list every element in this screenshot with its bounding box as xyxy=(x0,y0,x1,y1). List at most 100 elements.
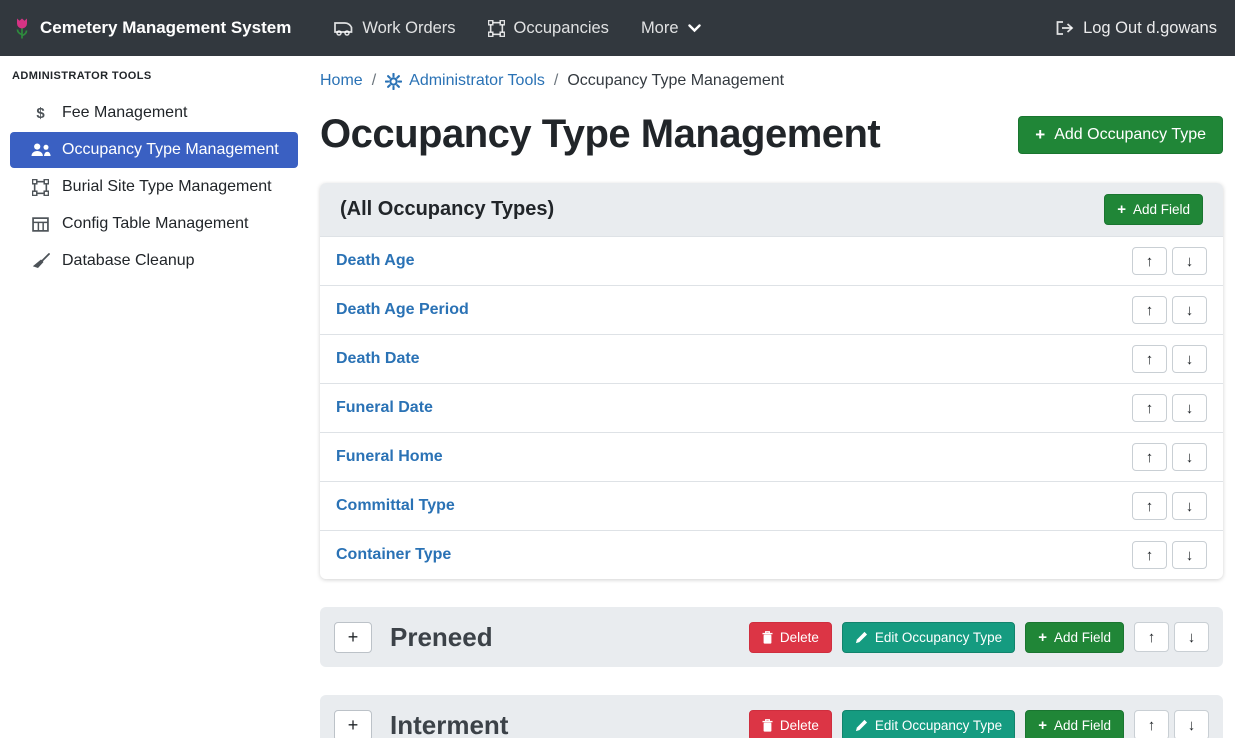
logout-link[interactable]: Log Out d.gowans xyxy=(1055,19,1217,38)
field-link[interactable]: Death Age xyxy=(336,252,415,270)
sidebar-item-fee-management[interactable]: $ Fee Management xyxy=(10,95,298,131)
reorder-controls: ↑ ↓ xyxy=(1132,443,1207,471)
move-up-button[interactable]: ↑ xyxy=(1132,247,1167,275)
plus-icon: + xyxy=(1117,202,1126,217)
field-link[interactable]: Committal Type xyxy=(336,497,455,515)
field-link[interactable]: Funeral Home xyxy=(336,448,443,466)
move-up-button[interactable]: ↑ xyxy=(1132,443,1167,471)
nav-work-orders-label: Work Orders xyxy=(362,19,455,38)
occupancy-type-section-preneed: + Preneed Delete xyxy=(320,607,1223,667)
expand-button[interactable]: + xyxy=(334,622,372,653)
nav-more[interactable]: More xyxy=(625,11,717,46)
edit-occupancy-type-button[interactable]: Edit Occupancy Type xyxy=(842,710,1015,738)
section-name: Preneed xyxy=(390,622,493,653)
move-down-button[interactable]: ↓ xyxy=(1172,345,1207,373)
delete-label: Delete xyxy=(780,718,819,733)
move-up-button[interactable]: ↑ xyxy=(1132,394,1167,422)
all-occupancy-types-header: (All Occupancy Types) + Add Field xyxy=(320,183,1223,236)
delete-label: Delete xyxy=(780,630,819,645)
app-brand[interactable]: Cemetery Management System xyxy=(14,17,291,40)
move-up-button[interactable]: ↑ xyxy=(1132,345,1167,373)
table-icon xyxy=(30,217,51,232)
edit-occupancy-type-button[interactable]: Edit Occupancy Type xyxy=(842,622,1015,653)
field-row: Funeral Home ↑ ↓ xyxy=(320,432,1223,481)
logout-label: Log Out d.gowans xyxy=(1083,19,1217,38)
add-occupancy-type-button[interactable]: + Add Occupancy Type xyxy=(1018,116,1223,154)
add-field-button[interactable]: + Add Field xyxy=(1025,622,1124,653)
breadcrumb-home[interactable]: Home xyxy=(320,72,363,90)
field-link[interactable]: Funeral Date xyxy=(336,399,433,417)
nav-work-orders[interactable]: Work Orders xyxy=(317,11,471,46)
add-occupancy-type-label: Add Occupancy Type xyxy=(1054,126,1206,144)
move-down-button[interactable]: ↓ xyxy=(1172,247,1207,275)
add-field-label: Add Field xyxy=(1054,630,1111,645)
breadcrumb: Home / Administrator Tools xyxy=(320,72,1223,90)
edit-occupancy-type-label: Edit Occupancy Type xyxy=(875,630,1002,645)
vector-square-icon xyxy=(30,179,51,196)
move-down-button[interactable]: ↓ xyxy=(1172,296,1207,324)
breadcrumb-admin-tools-label: Administrator Tools xyxy=(409,72,545,90)
move-down-button[interactable]: ↓ xyxy=(1174,710,1209,738)
delete-button[interactable]: Delete xyxy=(749,622,832,653)
chevron-down-icon xyxy=(688,24,701,33)
move-down-button[interactable]: ↓ xyxy=(1174,622,1209,652)
move-up-button[interactable]: ↑ xyxy=(1134,710,1169,738)
nav-occupancies[interactable]: Occupancies xyxy=(472,11,625,46)
add-field-button[interactable]: + Add Field xyxy=(1104,194,1203,225)
page-title: Occupancy Type Management xyxy=(320,112,880,157)
field-link[interactable]: Death Age Period xyxy=(336,301,469,319)
broom-icon xyxy=(30,253,51,269)
delete-button[interactable]: Delete xyxy=(749,710,832,738)
sidebar-item-database-cleanup[interactable]: Database Cleanup xyxy=(10,243,298,279)
sidebar-item-occupancy-type-management[interactable]: Occupancy Type Management xyxy=(10,132,298,168)
sidebar-item-label: Fee Management xyxy=(62,104,187,122)
move-down-button[interactable]: ↓ xyxy=(1172,443,1207,471)
main-content: Home / Administrator Tools xyxy=(308,56,1235,738)
section-actions: Delete Edit Occupancy Type + Add Field ↑ xyxy=(749,622,1209,653)
sidebar: ADMINISTRATOR TOOLS $ Fee Management Occ… xyxy=(0,56,308,738)
reorder-controls: ↑ ↓ xyxy=(1132,247,1207,275)
sidebar-item-config-table-management[interactable]: Config Table Management xyxy=(10,206,298,242)
sidebar-item-label: Config Table Management xyxy=(62,215,249,233)
add-field-button[interactable]: + Add Field xyxy=(1025,710,1124,738)
move-down-button[interactable]: ↓ xyxy=(1172,394,1207,422)
app-title: Cemetery Management System xyxy=(40,18,291,38)
field-link[interactable]: Container Type xyxy=(336,546,451,564)
sidebar-item-burial-site-type-management[interactable]: Burial Site Type Management xyxy=(10,169,298,205)
gear-icon xyxy=(385,73,402,90)
flower-logo-icon xyxy=(14,17,30,40)
truck-icon xyxy=(333,21,353,36)
occupancies-icon xyxy=(488,20,505,37)
section-name: Interment xyxy=(390,710,508,738)
add-field-label: Add Field xyxy=(1054,718,1111,733)
expand-button[interactable]: + xyxy=(334,710,372,738)
breadcrumb-separator: / xyxy=(554,72,558,90)
sidebar-item-label: Occupancy Type Management xyxy=(62,141,279,159)
reorder-controls: ↑ ↓ xyxy=(1134,710,1209,738)
trash-icon xyxy=(762,719,773,732)
move-up-button[interactable]: ↑ xyxy=(1132,492,1167,520)
move-up-button[interactable]: ↑ xyxy=(1132,541,1167,569)
pencil-icon xyxy=(855,631,868,644)
all-occupancy-types-title: (All Occupancy Types) xyxy=(340,198,554,221)
field-row: Committal Type ↑ ↓ xyxy=(320,481,1223,530)
field-row: Death Age ↑ ↓ xyxy=(320,236,1223,285)
move-down-button[interactable]: ↓ xyxy=(1172,492,1207,520)
sidebar-heading: ADMINISTRATOR TOOLS xyxy=(0,68,308,94)
move-up-button[interactable]: ↑ xyxy=(1134,622,1169,652)
field-row: Funeral Date ↑ ↓ xyxy=(320,383,1223,432)
reorder-controls: ↑ ↓ xyxy=(1132,541,1207,569)
nav-occupancies-label: Occupancies xyxy=(514,19,609,38)
section-actions: Delete Edit Occupancy Type + Add Field ↑ xyxy=(749,710,1209,738)
reorder-controls: ↑ ↓ xyxy=(1132,492,1207,520)
breadcrumb-current: Occupancy Type Management xyxy=(567,72,784,90)
move-up-button[interactable]: ↑ xyxy=(1132,296,1167,324)
move-down-button[interactable]: ↓ xyxy=(1172,541,1207,569)
edit-occupancy-type-label: Edit Occupancy Type xyxy=(875,718,1002,733)
plus-icon: + xyxy=(1035,126,1045,143)
reorder-controls: ↑ ↓ xyxy=(1132,296,1207,324)
logout-icon xyxy=(1055,20,1074,36)
plus-icon: + xyxy=(1038,718,1047,733)
breadcrumb-admin-tools[interactable]: Administrator Tools xyxy=(385,72,545,90)
field-link[interactable]: Death Date xyxy=(336,350,420,368)
